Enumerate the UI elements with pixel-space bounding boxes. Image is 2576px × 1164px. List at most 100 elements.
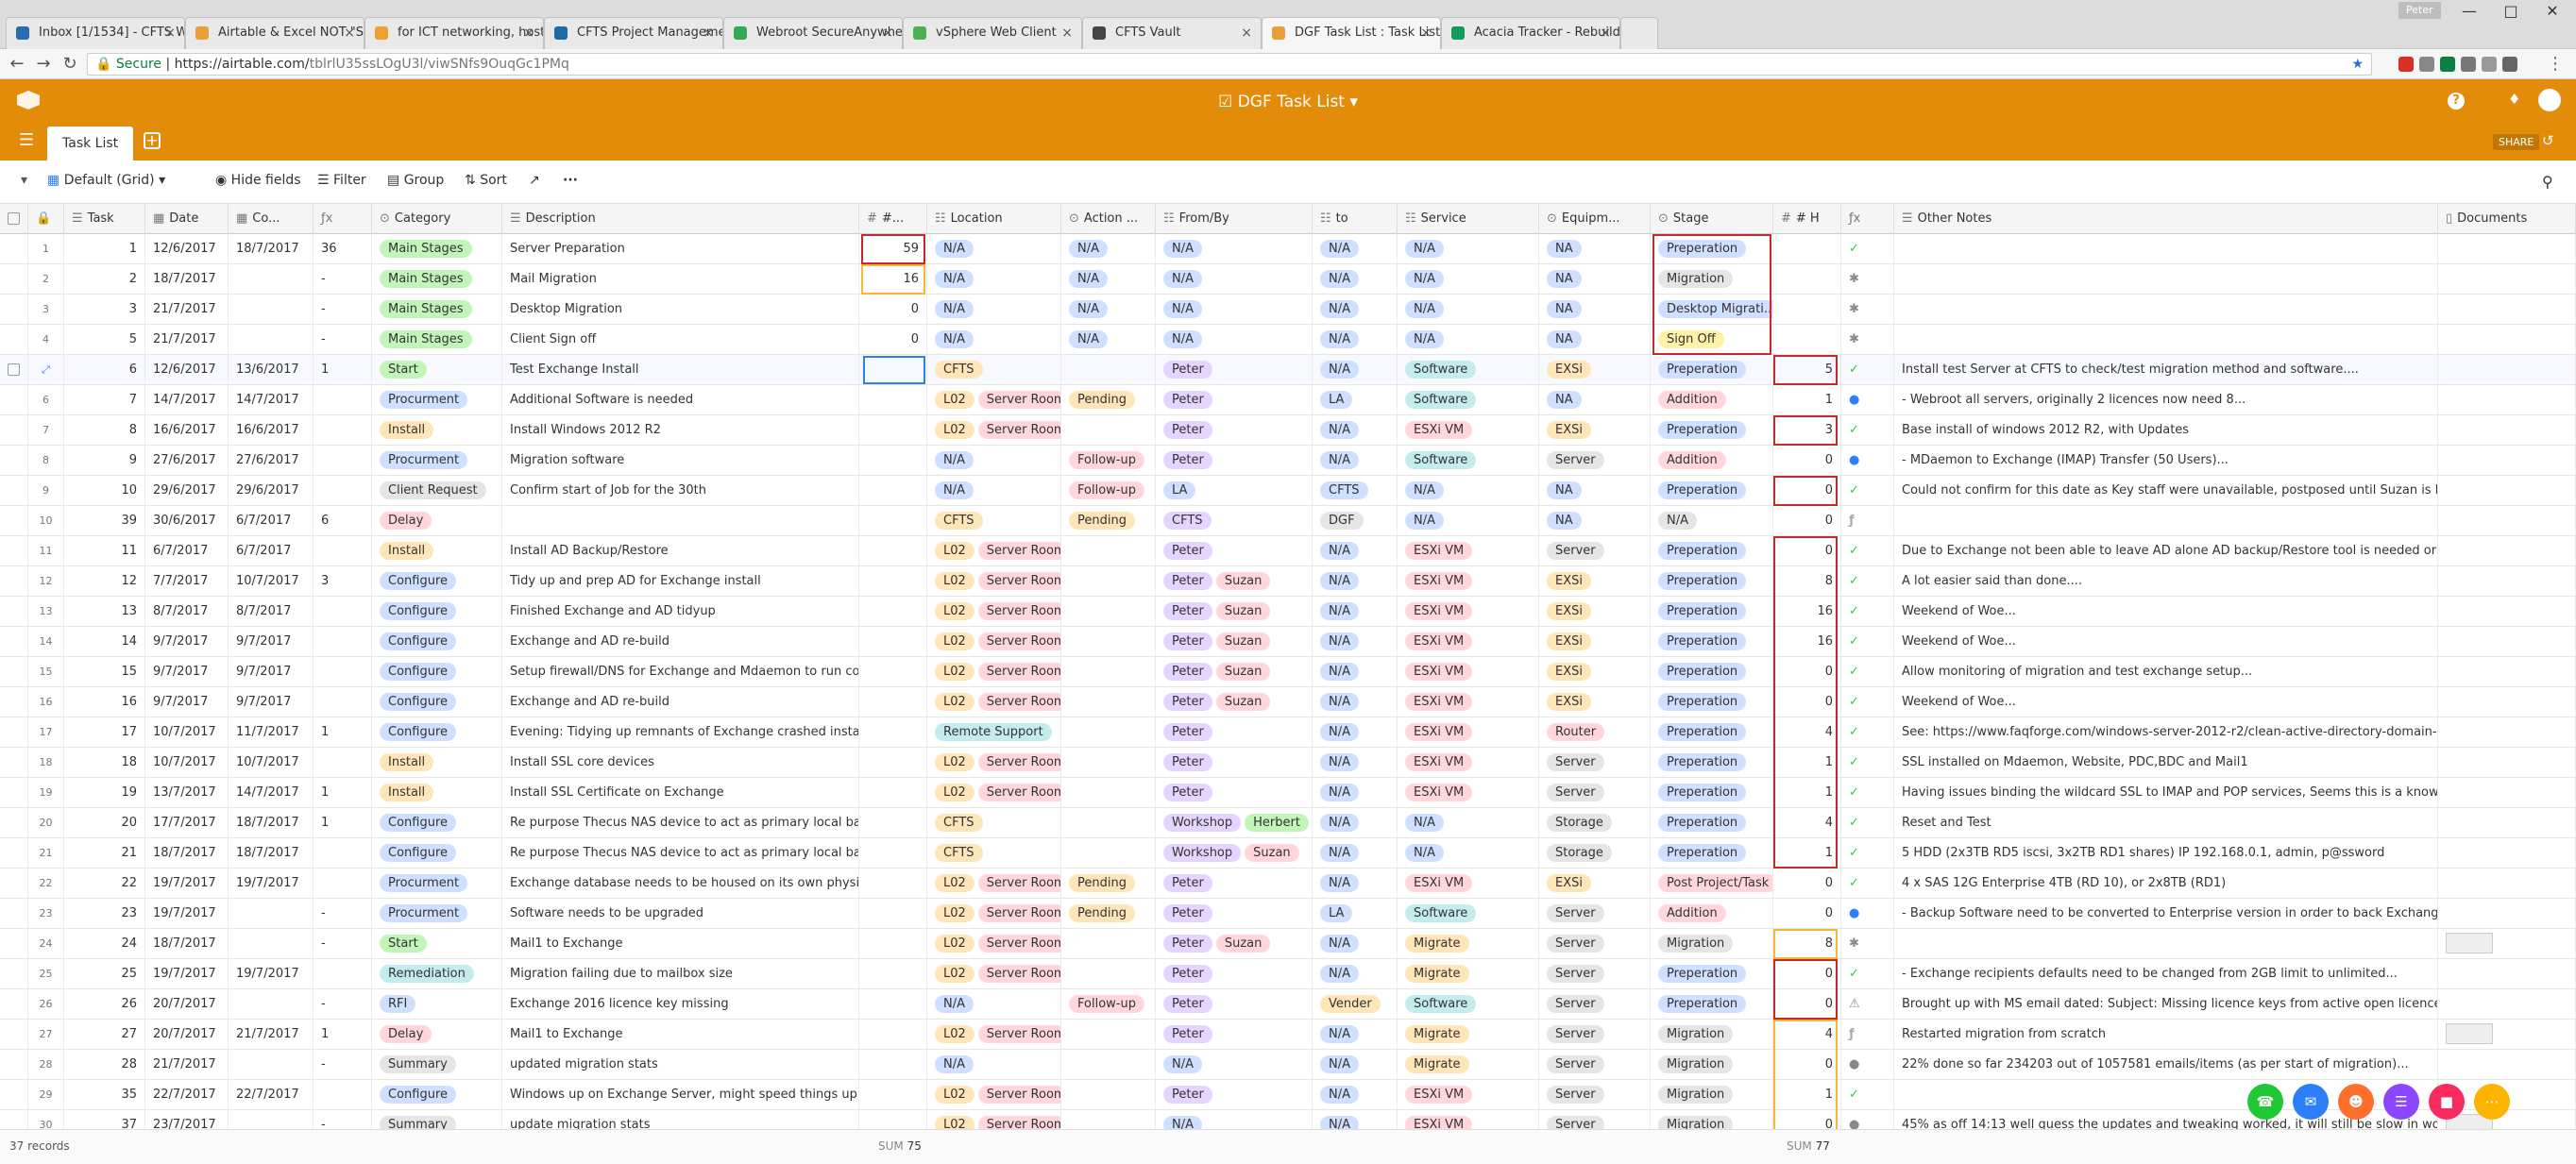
cell-f[interactable]: -: [314, 989, 372, 1019]
cell-stage[interactable]: Preperation: [1651, 778, 1773, 807]
cell-loc[interactable]: L02 Server Room: [927, 869, 1061, 898]
cell-st[interactable]: ƒ: [1841, 506, 1894, 535]
cell-n[interactable]: 1: [28, 234, 64, 263]
cell-task[interactable]: 5: [64, 325, 145, 354]
cell-stage[interactable]: N/A: [1651, 506, 1773, 535]
cell-f[interactable]: -: [314, 325, 372, 354]
cell-svc[interactable]: ESXi VM: [1398, 415, 1539, 445]
cell-st[interactable]: ƒ: [1841, 1020, 1894, 1049]
cell-f[interactable]: 1: [314, 808, 372, 837]
cell-desc[interactable]: Software needs to be upgraded: [502, 899, 859, 928]
cell-desc[interactable]: Additional Software is needed: [502, 385, 859, 414]
cell-to[interactable]: N/A: [1313, 597, 1398, 626]
cell-to[interactable]: N/A: [1313, 536, 1398, 565]
close-window-icon[interactable]: ✕: [2531, 2, 2574, 20]
cell-co[interactable]: [229, 295, 314, 324]
cell-stage[interactable]: Preperation: [1651, 748, 1773, 777]
cell-from[interactable]: Peter: [1156, 899, 1313, 928]
cell-desc[interactable]: Re purpose Thecus NAS device to act as p…: [502, 838, 859, 868]
cell-n[interactable]: 13: [28, 597, 64, 626]
cell-act[interactable]: [1061, 717, 1156, 747]
cell-date[interactable]: 19/7/2017: [145, 869, 229, 898]
cell-f[interactable]: [314, 385, 372, 414]
cell-date[interactable]: 12/6/2017: [145, 234, 229, 263]
cell-to[interactable]: N/A: [1313, 295, 1398, 324]
cell-svc[interactable]: Migrate: [1398, 959, 1539, 988]
cell-docs[interactable]: [2438, 355, 2576, 384]
cell-desc[interactable]: Client Sign off: [502, 325, 859, 354]
reload-icon[interactable]: ↻: [57, 54, 83, 74]
browser-tab[interactable]: CFTS Vault ×: [1082, 17, 1262, 49]
cell-eq[interactable]: Server: [1539, 989, 1651, 1019]
new-tab-button[interactable]: [1620, 17, 1658, 49]
cell-num[interactable]: [859, 808, 927, 837]
cell-num[interactable]: [859, 415, 927, 445]
cell-h[interactable]: 4: [1773, 717, 1841, 747]
cell-co[interactable]: [229, 989, 314, 1019]
cell-act[interactable]: [1061, 808, 1156, 837]
table-row[interactable]: 15 15 9/7/2017 9/7/2017 Configure Setup firew…: [0, 657, 2576, 687]
cell-n[interactable]: 29: [28, 1080, 64, 1109]
cell-notes[interactable]: Reset and Test: [1894, 808, 2438, 837]
cell-num[interactable]: [859, 778, 927, 807]
cell-task[interactable]: 13: [64, 597, 145, 626]
browser-tab[interactable]: DGF Task List : Task List ×: [1262, 17, 1441, 50]
cell-st[interactable]: ●: [1841, 899, 1894, 928]
cell-stage[interactable]: Post Project/Task: [1651, 869, 1773, 898]
cell-to[interactable]: N/A: [1313, 446, 1398, 475]
cell-h[interactable]: 4: [1773, 1020, 1841, 1049]
cell-from[interactable]: Peter: [1156, 989, 1313, 1019]
column-header[interactable]: ⊙ Category: [372, 204, 502, 234]
cell-chk[interactable]: [0, 989, 28, 1019]
cell-eq[interactable]: EXSi: [1539, 355, 1651, 384]
cell-loc[interactable]: N/A: [927, 325, 1061, 354]
cell-chk[interactable]: [0, 929, 28, 958]
cell-f[interactable]: 36: [314, 234, 372, 263]
table-row[interactable]: 24 24 18/7/2017- Start Mail1 to Exchange L02 S…: [0, 929, 2576, 959]
table-row[interactable]: 7 8 16/6/2017 16/6/2017 Install Install Windo…: [0, 415, 2576, 446]
bell-icon[interactable]: ♦: [2508, 91, 2520, 108]
cell-from[interactable]: Peter: [1156, 748, 1313, 777]
cell-n[interactable]: 24: [28, 929, 64, 958]
cell-n[interactable]: 6: [28, 385, 64, 414]
cell-n[interactable]: 2: [28, 264, 64, 294]
cell-n[interactable]: 25: [28, 959, 64, 988]
cell-notes[interactable]: [1894, 929, 2438, 958]
cell-date[interactable]: 18/7/2017: [145, 838, 229, 868]
cell-eq[interactable]: Server: [1539, 899, 1651, 928]
cell-notes[interactable]: A lot easier said than done....: [1894, 566, 2438, 596]
cell-loc[interactable]: L02 Server Room: [927, 385, 1061, 414]
cell-n[interactable]: 16: [28, 687, 64, 717]
cell-h[interactable]: [1773, 295, 1841, 324]
cell-docs[interactable]: [2438, 536, 2576, 565]
cell-eq[interactable]: NA: [1539, 506, 1651, 535]
table-row[interactable]: 26 26 20/7/2017 - RFI Exchange 2016 licence k…: [0, 989, 2576, 1020]
cell-svc[interactable]: ESXi VM: [1398, 536, 1539, 565]
cell-loc[interactable]: L02 Server Room: [927, 657, 1061, 686]
cell-to[interactable]: N/A: [1313, 627, 1398, 656]
table-row[interactable]: 1 1 12/6/2017 18/7/2017 36 Main Stages Server …: [0, 234, 2576, 264]
column-header[interactable]: 🔒: [28, 204, 64, 234]
cell-from[interactable]: Peter: [1156, 959, 1313, 988]
cell-from[interactable]: N/A: [1156, 325, 1313, 354]
cell-to[interactable]: N/A: [1313, 325, 1398, 354]
cell-from[interactable]: N/A: [1156, 295, 1313, 324]
cell-loc[interactable]: L02 Server Room: [927, 536, 1061, 565]
cell-act[interactable]: [1061, 838, 1156, 868]
extension-icon[interactable]: [2440, 57, 2455, 72]
cell-num[interactable]: [859, 506, 927, 535]
cell-n[interactable]: 19: [28, 778, 64, 807]
back-icon[interactable]: ←: [4, 54, 30, 74]
column-header[interactable]: ▦ Co...: [229, 204, 314, 234]
url-input[interactable]: 🔒 Secure | https://airtable.com/tblrlU35…: [87, 53, 2372, 76]
cell-svc[interactable]: N/A: [1398, 838, 1539, 868]
add-table-icon[interactable]: +: [144, 132, 161, 149]
hide-fields-button[interactable]: ◉ Hide fields: [215, 173, 301, 188]
cell-task[interactable]: 1: [64, 234, 145, 263]
cell-st[interactable]: ✓: [1841, 415, 1894, 445]
cell-to[interactable]: N/A: [1313, 1020, 1398, 1049]
cell-stage[interactable]: Preperation: [1651, 234, 1773, 263]
cell-co[interactable]: 8/7/2017: [229, 597, 314, 626]
cell-from[interactable]: Peter: [1156, 415, 1313, 445]
cell-n[interactable]: 4: [28, 325, 64, 354]
